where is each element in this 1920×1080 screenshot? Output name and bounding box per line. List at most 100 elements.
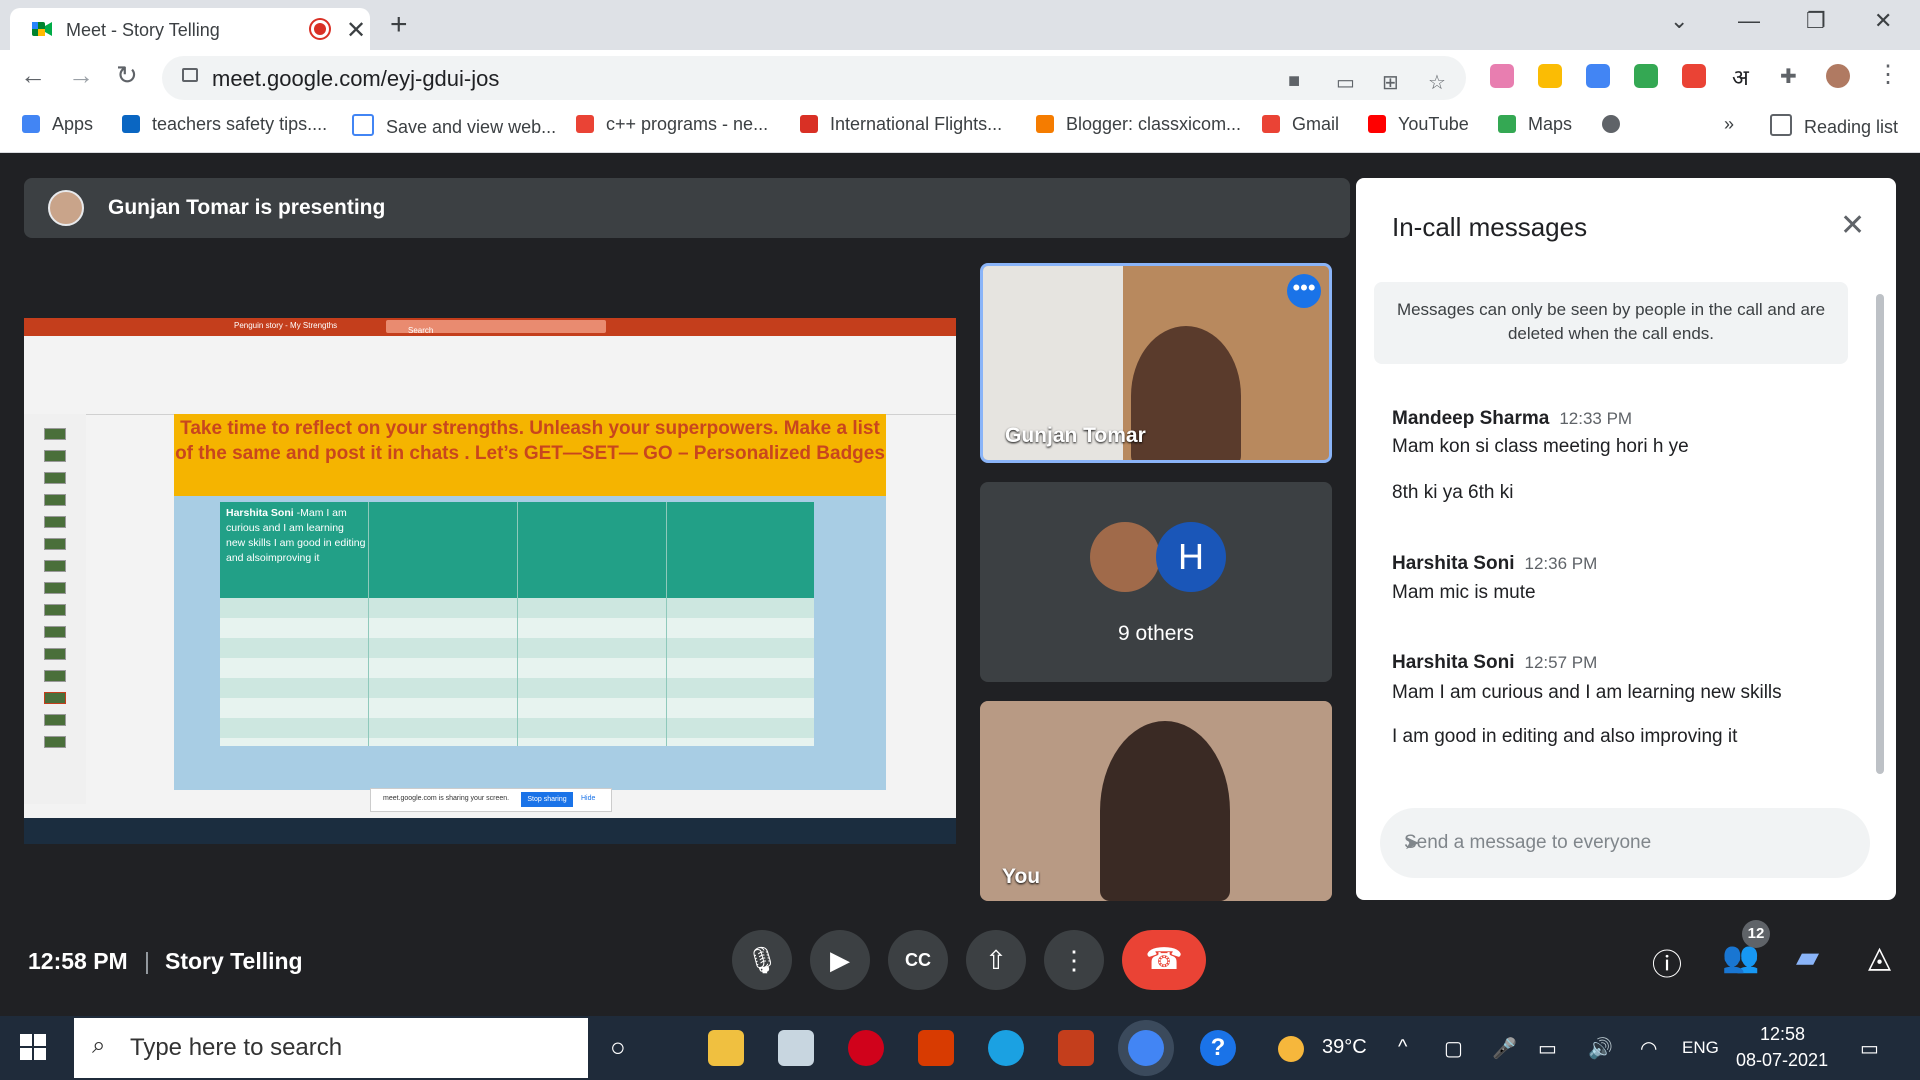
opera-icon[interactable] — [848, 1030, 884, 1066]
extension-2-icon[interactable] — [1538, 64, 1562, 88]
forward-icon[interactable]: → — [68, 60, 94, 91]
meet-now-icon[interactable]: ▢ — [1444, 1036, 1463, 1061]
bookmark-maps[interactable]: Maps — [1498, 114, 1572, 135]
weather-temp[interactable]: 39°C — [1322, 1036, 1367, 1059]
help-icon[interactable]: ? — [1200, 1030, 1236, 1066]
hindi-input-icon[interactable]: अ — [1732, 62, 1749, 92]
chat-scrollbar[interactable] — [1876, 294, 1884, 774]
meeting-separator: | — [144, 948, 150, 974]
search-icon: ⌕ — [92, 1032, 106, 1059]
slide-thumb — [44, 450, 66, 462]
more-options-button[interactable]: ⋮ — [1044, 930, 1104, 990]
person-video — [1131, 326, 1241, 460]
chat-icon[interactable]: ▰ — [1796, 940, 1819, 975]
presenter-avatar — [48, 190, 84, 226]
blogger-icon — [1036, 115, 1054, 133]
back-icon[interactable]: ← — [20, 60, 46, 91]
bookmark-blogger[interactable]: Blogger: classxicom... — [1036, 114, 1241, 135]
microphone-button[interactable]: 🎙 — [732, 930, 792, 990]
table-divider — [368, 502, 369, 746]
bookmark-youtube[interactable]: YouTube — [1368, 114, 1469, 135]
more-options-icon[interactable]: ••• — [1287, 274, 1321, 308]
ppt-title-bar: Penguin story - My Strengths Search — [24, 318, 956, 336]
windows-start-icon[interactable] — [20, 1034, 46, 1060]
camera-button[interactable]: ▶ — [810, 930, 870, 990]
bookmark-cpp[interactable]: c++ programs - ne... — [576, 114, 768, 135]
extensions-puzzle-icon[interactable]: ✚ — [1780, 64, 1797, 89]
bookmark-save-web[interactable]: Save and view web... — [352, 114, 556, 138]
message-text: 8th ki ya 6th ki — [1392, 482, 1514, 503]
participant-tile-others[interactable]: H 9 others — [980, 482, 1332, 682]
profile-avatar[interactable] — [1826, 64, 1850, 88]
new-tab-button[interactable]: + — [390, 8, 408, 42]
install-icon[interactable]: ⊞ — [1382, 70, 1399, 95]
participant-tile-self[interactable]: You — [980, 701, 1332, 901]
ppt-slide-thumbnails — [24, 414, 86, 804]
tab-meet[interactable]: Meet - Story Telling ✕ — [10, 8, 370, 50]
slide-thumb-active — [44, 692, 66, 704]
bookmarks-bar: Apps teachers safety tips.... Save and v… — [0, 106, 1920, 153]
clock-time[interactable]: 12:58 — [1760, 1024, 1805, 1045]
battery-icon[interactable]: ▭ — [1538, 1036, 1557, 1061]
restore-icon[interactable]: ❐ — [1806, 8, 1826, 34]
close-chat-icon[interactable]: ✕ — [1840, 208, 1865, 243]
weather-icon[interactable] — [1278, 1036, 1304, 1062]
close-window-icon[interactable]: ✕ — [1874, 8, 1892, 34]
paint-icon[interactable] — [778, 1030, 814, 1066]
camera-icon[interactable]: ■ — [1288, 70, 1300, 93]
captions-button[interactable]: CC — [888, 930, 948, 990]
recording-indicator-icon — [314, 23, 326, 35]
menu-dots-icon[interactable]: ⋮ — [1876, 60, 1900, 89]
file-explorer-icon[interactable] — [708, 1030, 744, 1066]
extension-1-icon[interactable] — [1490, 64, 1514, 88]
close-tab-icon[interactable]: ✕ — [346, 16, 366, 45]
mic-tray-icon[interactable]: 🎤 — [1492, 1036, 1517, 1061]
address-bar[interactable]: meet.google.com/eyj-gdui-jos ■ ▭ ⊞ ☆ — [162, 56, 1466, 100]
wifi-icon[interactable]: ◠ — [1640, 1036, 1657, 1061]
bookmarks-overflow[interactable]: » — [1724, 114, 1734, 135]
message-time: 12:33 PM — [1559, 409, 1633, 428]
edge-icon[interactable] — [988, 1030, 1024, 1066]
hide-button[interactable]: Hide — [581, 795, 595, 802]
bookmark-globe[interactable] — [1602, 114, 1632, 135]
meeting-details-icon[interactable]: ⓘ — [1652, 940, 1682, 984]
bookmark-teachers[interactable]: teachers safety tips.... — [122, 114, 327, 135]
powerpoint-icon[interactable] — [1058, 1030, 1094, 1066]
office-icon[interactable] — [918, 1030, 954, 1066]
slide-canvas: Take time to reflect on your strengths. … — [174, 414, 886, 790]
cast-icon[interactable]: ▭ — [1336, 70, 1355, 95]
tray-expand-icon[interactable]: ^ — [1398, 1036, 1407, 1059]
slide-thumb — [44, 670, 66, 682]
cortana-icon[interactable]: ○ — [610, 1032, 626, 1063]
participant-tile-presenter[interactable]: ••• Gunjan Tomar — [980, 263, 1332, 463]
tab-search-icon[interactable]: ⌄ — [1670, 8, 1688, 34]
volume-icon[interactable]: 🔊 — [1588, 1036, 1613, 1061]
slide-heading-box: Take time to reflect on your strengths. … — [174, 414, 886, 496]
stop-sharing-button[interactable]: Stop sharing — [521, 792, 573, 807]
flights-icon — [800, 115, 818, 133]
present-screen-button[interactable]: ⇧ — [966, 930, 1026, 990]
send-icon[interactable]: ➤ — [1404, 832, 1420, 855]
chat-message-input[interactable]: Send a message to everyone ➤ — [1380, 808, 1870, 878]
gmail-icon — [1262, 115, 1280, 133]
bookmark-star-icon[interactable]: ☆ — [1428, 70, 1446, 95]
windows-search-box[interactable]: ⌕ Type here to search — [74, 1018, 588, 1078]
tab-title: Meet - Story Telling — [66, 20, 220, 40]
extension-5-icon[interactable] — [1682, 64, 1706, 88]
reading-list[interactable]: Reading list — [1770, 114, 1898, 138]
notifications-icon[interactable]: ▭ — [1860, 1036, 1879, 1061]
extension-4-icon[interactable] — [1634, 64, 1658, 88]
google-translate-icon[interactable] — [1586, 64, 1610, 88]
chrome-icon[interactable] — [1128, 1030, 1164, 1066]
language-indicator[interactable]: ENG — [1682, 1038, 1719, 1058]
leave-call-button[interactable]: ☎ — [1122, 930, 1206, 990]
activities-icon[interactable]: ◬ — [1868, 940, 1891, 975]
participant-initial-avatar: H — [1156, 522, 1226, 592]
reload-icon[interactable]: ↻ — [116, 60, 138, 91]
clock-date[interactable]: 08-07-2021 — [1736, 1050, 1828, 1071]
participant-avatar — [1090, 522, 1160, 592]
bookmark-flights[interactable]: International Flights... — [800, 114, 1002, 135]
bookmark-apps[interactable]: Apps — [22, 114, 93, 135]
bookmark-gmail[interactable]: Gmail — [1262, 114, 1339, 135]
minimize-icon[interactable]: — — [1738, 8, 1760, 34]
